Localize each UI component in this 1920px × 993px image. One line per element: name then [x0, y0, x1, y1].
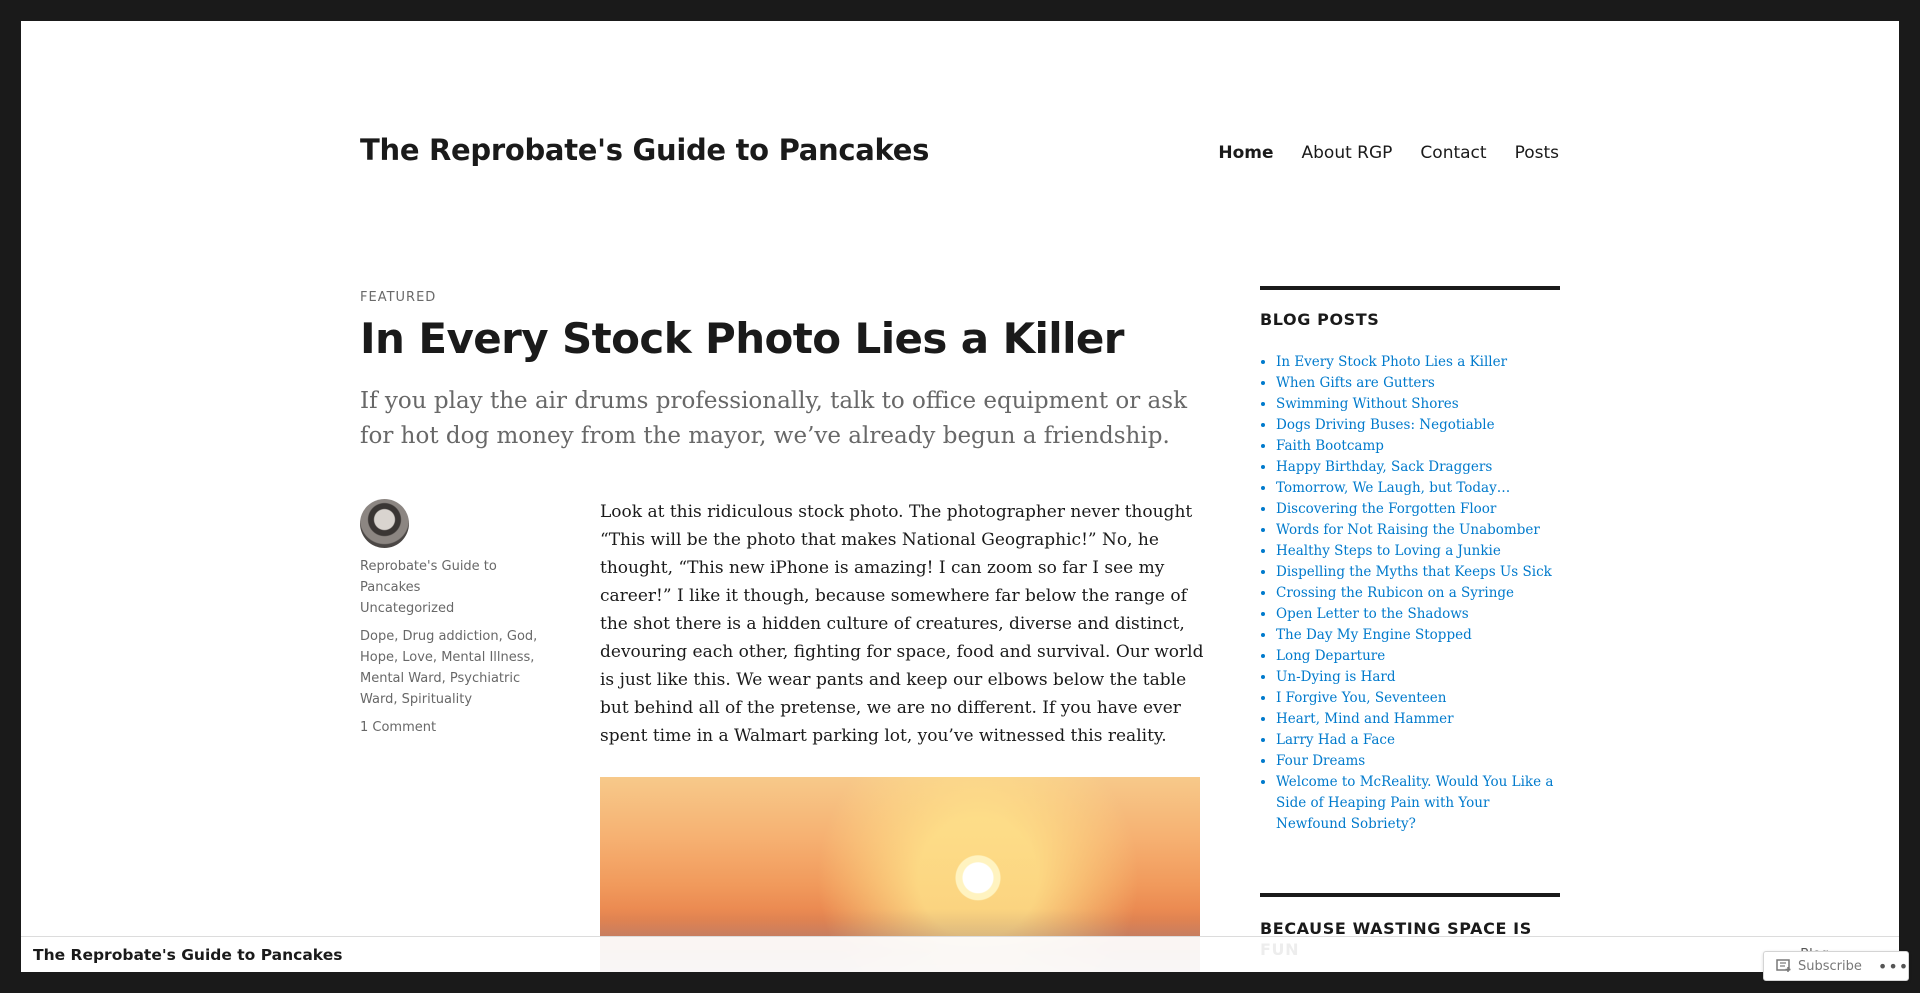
bottom-site-title[interactable]: The Reprobate's Guide to Pancakes: [33, 946, 342, 964]
sidebar-post-link[interactable]: Dogs Driving Buses: Negotiable: [1276, 417, 1495, 433]
sidebar-post-item: Long Departure: [1276, 646, 1560, 667]
sidebar-post-link[interactable]: Discovering the Forgotten Floor: [1276, 501, 1496, 517]
sidebar-post-item: Healthy Steps to Loving a Junkie: [1276, 541, 1560, 562]
comments-link[interactable]: 1 Comment: [360, 720, 436, 735]
sidebar-post-link[interactable]: Un-Dying is Hard: [1276, 669, 1395, 685]
sidebar-post-item: Swimming Without Shores: [1276, 394, 1560, 415]
tag-link[interactable]: Love: [402, 650, 433, 665]
sidebar-post-item: I Forgive You, Seventeen: [1276, 688, 1560, 709]
category-link[interactable]: Uncategorized: [360, 601, 454, 616]
sidebar-post-link[interactable]: The Day My Engine Stopped: [1276, 627, 1472, 643]
tag-link[interactable]: Mental Illness: [441, 650, 530, 665]
sidebar-post-link[interactable]: Welcome to McReality. Would You Like a S…: [1276, 774, 1553, 832]
tag-link[interactable]: Mental Ward: [360, 671, 442, 686]
sidebar-post-item: Larry Had a Face: [1276, 730, 1560, 751]
sidebar-post-item: Four Dreams: [1276, 751, 1560, 772]
more-icon[interactable]: •••: [1878, 957, 1909, 976]
sidebar-post-item: Welcome to McReality. Would You Like a S…: [1276, 772, 1560, 835]
sidebar-post-item: Dogs Driving Buses: Negotiable: [1276, 415, 1560, 436]
sidebar-post-link[interactable]: Open Letter to the Shadows: [1276, 606, 1469, 622]
tag-link[interactable]: God: [507, 629, 533, 644]
sidebar-post-item: In Every Stock Photo Lies a Killer: [1276, 352, 1560, 373]
nav-about[interactable]: About RGP: [1302, 143, 1393, 163]
post-body: Look at this ridiculous stock photo. The…: [600, 502, 1204, 746]
post-excerpt: If you play the air drums professionally…: [360, 388, 1188, 449]
tag-link[interactable]: Hope: [360, 650, 394, 665]
sidebar-post-link[interactable]: Four Dreams: [1276, 753, 1365, 769]
widget-divider: [1260, 893, 1560, 897]
author-link[interactable]: Reprobate's Guide to Pancakes: [360, 559, 497, 595]
sidebar-post-item: Happy Birthday, Sack Draggers: [1276, 457, 1560, 478]
sidebar-post-item: Faith Bootcamp: [1276, 436, 1560, 457]
reader-subscribe-icon: [1776, 959, 1792, 973]
sidebar-post-link[interactable]: Healthy Steps to Loving a Junkie: [1276, 543, 1501, 559]
sidebar-post-link[interactable]: Words for Not Raising the Unabomber: [1276, 522, 1540, 538]
widget-title: BLOG POSTS: [1260, 310, 1380, 329]
sidebar-post-item: Open Letter to the Shadows: [1276, 604, 1560, 625]
tag-link[interactable]: Spirituality: [402, 692, 472, 707]
post-meta: Reprobate's Guide to Pancakes Uncategori…: [360, 556, 550, 745]
sidebar-post-item: Discovering the Forgotten Floor: [1276, 499, 1560, 520]
tag-link[interactable]: Dope: [360, 629, 394, 644]
sidebar-post-link[interactable]: Tomorrow, We Laugh, but Today…: [1276, 480, 1510, 496]
site-title[interactable]: The Reprobate's Guide to Pancakes: [360, 133, 929, 167]
widget-divider: [1260, 286, 1560, 290]
page: The Reprobate's Guide to Pancakes Home A…: [21, 21, 1899, 972]
nav-posts[interactable]: Posts: [1515, 143, 1559, 163]
sidebar-post-item: Un-Dying is Hard: [1276, 667, 1560, 688]
sidebar-post-link[interactable]: Dispelling the Myths that Keeps Us Sick: [1276, 564, 1552, 580]
sidebar-post-item: Dispelling the Myths that Keeps Us Sick: [1276, 562, 1560, 583]
sidebar-post-item: Crossing the Rubicon on a Syringe: [1276, 583, 1560, 604]
sidebar-post-item: Tomorrow, We Laugh, but Today…: [1276, 478, 1560, 499]
blog-post-list: In Every Stock Photo Lies a Killer When G…: [1260, 352, 1560, 835]
sidebar-post-link[interactable]: I Forgive You, Seventeen: [1276, 690, 1447, 706]
post-title[interactable]: In Every Stock Photo Lies a Killer: [360, 314, 1260, 363]
sidebar-post-item: Heart, Mind and Hammer: [1276, 709, 1560, 730]
subscribe-label: Subscribe: [1798, 958, 1862, 974]
sidebar-post-link[interactable]: Heart, Mind and Hammer: [1276, 711, 1454, 727]
sidebar-post-link[interactable]: Long Departure: [1276, 648, 1385, 664]
author-avatar[interactable]: [360, 499, 409, 548]
nav-contact[interactable]: Contact: [1420, 143, 1486, 163]
main-nav: Home About RGP Contact Posts: [1218, 143, 1559, 163]
sidebar-post-link[interactable]: In Every Stock Photo Lies a Killer: [1276, 354, 1507, 370]
sidebar-post-link[interactable]: Happy Birthday, Sack Draggers: [1276, 459, 1492, 475]
bottom-action-bar: The Reprobate's Guide to Pancakes Blog: [21, 936, 1899, 972]
sidebar-blog-posts: BLOG POSTS In Every Stock Photo Lies a K…: [1260, 286, 1560, 835]
subscribe-button[interactable]: Subscribe •••: [1763, 951, 1909, 981]
sidebar-post-link[interactable]: Larry Had a Face: [1276, 732, 1395, 748]
sidebar-post-link[interactable]: When Gifts are Gutters: [1276, 375, 1435, 391]
featured-label: FEATURED: [360, 290, 437, 305]
sidebar-post-item: When Gifts are Gutters: [1276, 373, 1560, 394]
sidebar-post-item: The Day My Engine Stopped: [1276, 625, 1560, 646]
sidebar-post-link[interactable]: Faith Bootcamp: [1276, 438, 1384, 454]
tag-list: Dope, Drug addiction, God, Hope, Love, M…: [360, 629, 538, 707]
nav-home[interactable]: Home: [1218, 143, 1273, 163]
tag-link[interactable]: Drug addiction: [402, 629, 498, 644]
sidebar-post-link[interactable]: Swimming Without Shores: [1276, 396, 1459, 412]
sidebar-post-item: Words for Not Raising the Unabomber: [1276, 520, 1560, 541]
sidebar-post-link[interactable]: Crossing the Rubicon on a Syringe: [1276, 585, 1514, 601]
